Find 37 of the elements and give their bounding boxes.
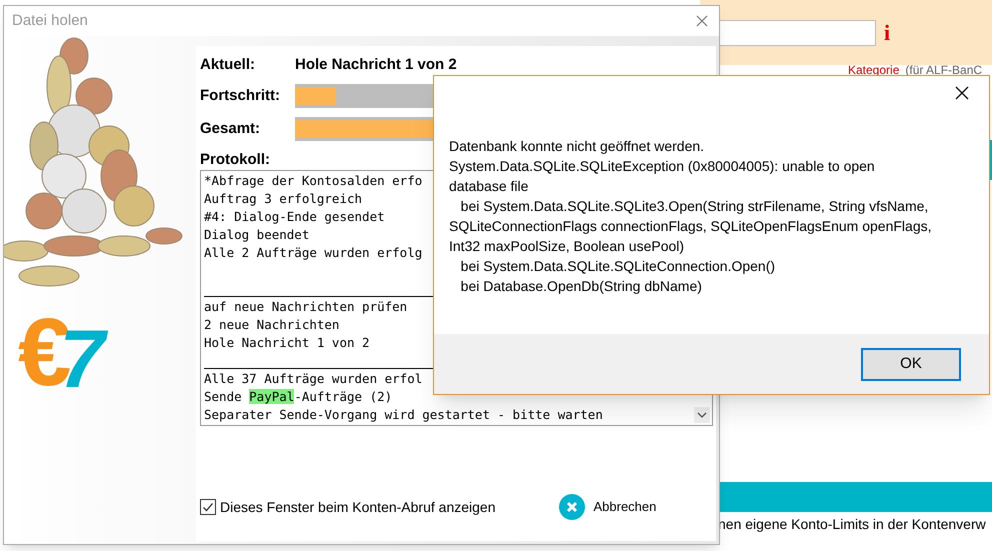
- message-line: SQLiteConnectionFlags connectionFlags, SQLiteOpenFlagsEnum openFlags,: [449, 217, 932, 236]
- category-note: (für ALF-BanC: [905, 64, 982, 76]
- progress-label: Gesamt:: [200, 118, 262, 139]
- log-line: *Abfrage der Kontosalden erfo: [204, 172, 422, 190]
- window-title: Datei holen: [12, 10, 88, 31]
- log-line: #4: Dialog-Ende gesendet: [204, 208, 385, 226]
- log-line: Sende PayPal-Aufträge (2): [204, 388, 392, 406]
- check-icon: [202, 501, 214, 513]
- current-label: Aktuell:: [200, 54, 256, 75]
- info-icon[interactable]: i: [884, 16, 890, 49]
- log-label: Protokoll:: [200, 150, 270, 170]
- checkbox-label: Dieses Fenster beim Konten-Abruf anzeigen: [220, 498, 496, 517]
- log-line: Dialog beendet: [204, 226, 310, 244]
- message-line: bei System.Data.SQLite.SQLiteConnection.Open(): [460, 257, 776, 276]
- chevron-down-icon[interactable]: [694, 407, 710, 423]
- log-line: 2 neue Nachrichten: [204, 316, 340, 334]
- log-line: Alle 2 Aufträge wurden erfolg: [204, 244, 422, 262]
- close-icon: [559, 494, 586, 520]
- message-line: bei Database.OpenDb(String dbName): [460, 277, 702, 296]
- log-line: Alle 37 Aufträge wurden erfol: [204, 370, 422, 388]
- current-value: Hole Nachricht 1 von 2: [295, 54, 457, 75]
- ok-button[interactable]: OK: [861, 348, 961, 380]
- progress-label: Fortschritt:: [200, 86, 281, 106]
- message-line: Int32 maxPoolSize, Boolean usePool): [449, 237, 684, 256]
- log-line: auf neue Nachrichten prüfen: [204, 298, 408, 316]
- close-icon[interactable]: [955, 86, 969, 100]
- log-line: Hole Nachricht 1 von 2: [204, 334, 370, 352]
- checkbox[interactable]: [200, 499, 216, 515]
- logo: €7: [18, 305, 196, 401]
- log-line: Auftrag 3 erfolgreich: [204, 190, 362, 208]
- log-line: Separater Sende-Vorgang wird gestartet - bitte warten: [204, 406, 603, 424]
- cancel-button[interactable]: Abbrechen: [559, 494, 656, 520]
- category-link[interactable]: Kategorie: [848, 64, 900, 76]
- message-line: System.Data.SQLite.SQLiteException (0x80004005): unable to open: [449, 157, 875, 176]
- message-line: Datenbank konnte nicht geöffnet werden.: [449, 137, 704, 156]
- message-line: database file: [449, 177, 528, 196]
- message-line: bei System.Data.SQLite.SQLite3.Open(String strFilename, String vfsName,: [460, 197, 928, 216]
